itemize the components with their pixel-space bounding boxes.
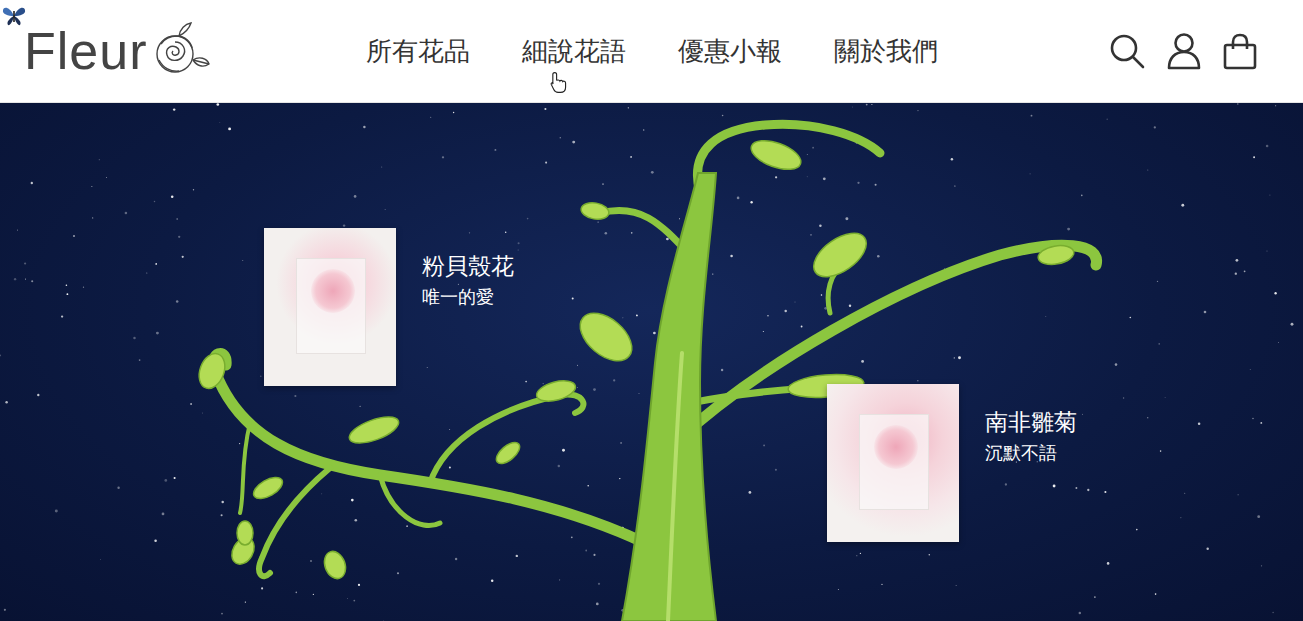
main-nav: 所有花品 細說花語 優惠小報 關於我們 (366, 33, 938, 69)
tree-illustration (0, 103, 1303, 621)
nav-label[interactable]: 所有花品 (366, 36, 470, 66)
flower-meaning: 沉默不語 (985, 442, 1077, 465)
flower-bloom (874, 425, 918, 469)
bag-icon[interactable] (1222, 32, 1258, 70)
header-actions (938, 32, 1284, 70)
butterfly-icon (2, 4, 26, 28)
rose-icon (149, 20, 211, 82)
hero-banner: 粉貝殼花唯一的愛南非雛菊沉默不語 (0, 103, 1303, 621)
search-icon[interactable] (1108, 32, 1146, 70)
flower-bloom (311, 269, 355, 313)
nav-item[interactable]: 優惠小報 (678, 33, 782, 69)
site-header: Fleur 所有花品 細說花語 優惠小報 關於我們 (0, 0, 1303, 103)
flower-caption: 南非雛菊沉默不語 (985, 384, 1077, 465)
nav-item[interactable]: 細說花語 (522, 33, 626, 69)
flower-photo[interactable] (827, 384, 959, 542)
logo-text[interactable]: Fleur (24, 20, 147, 82)
flower-photo[interactable] (264, 228, 396, 386)
nav-item[interactable]: 關於我們 (834, 33, 938, 69)
flower-item[interactable]: 粉貝殼花唯一的愛 (264, 228, 514, 386)
swatch-card (859, 414, 929, 510)
nav-label[interactable]: 細說花語 (522, 36, 626, 66)
flower-name: 南非雛菊 (985, 408, 1077, 438)
nav-item[interactable]: 所有花品 (366, 33, 470, 69)
flower-caption: 粉貝殼花唯一的愛 (422, 228, 514, 309)
flower-name: 粉貝殼花 (422, 252, 514, 282)
user-icon[interactable] (1166, 32, 1202, 70)
nav-label[interactable]: 優惠小報 (678, 36, 782, 66)
flower-item[interactable]: 南非雛菊沉默不語 (827, 384, 1077, 542)
flower-meaning: 唯一的愛 (422, 286, 514, 309)
logo[interactable]: Fleur (20, 0, 366, 102)
nav-label[interactable]: 關於我們 (834, 36, 938, 66)
swatch-card (296, 258, 366, 354)
hand-cursor-icon (550, 71, 567, 94)
